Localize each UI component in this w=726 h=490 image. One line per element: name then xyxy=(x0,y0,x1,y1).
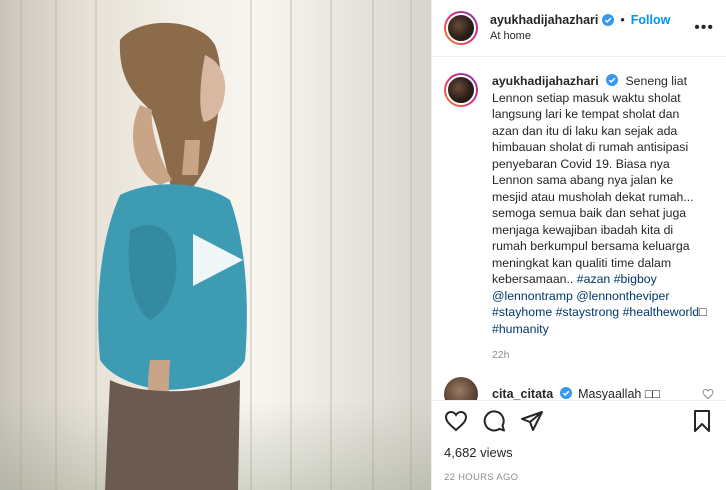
commenter-avatar[interactable] xyxy=(444,377,478,400)
hashtag-link[interactable]: #healtheworld xyxy=(623,305,700,319)
hashtag-link[interactable]: #stayhome xyxy=(492,305,552,319)
comment-icon[interactable] xyxy=(482,409,506,433)
verified-badge-icon xyxy=(602,14,615,26)
caption-avatar[interactable] xyxy=(444,73,478,107)
bookmark-icon[interactable] xyxy=(690,409,714,433)
author-avatar[interactable] xyxy=(444,11,478,45)
comments-panel[interactable]: ayukhadijahazhari Seneng liat Lennon set… xyxy=(432,57,726,400)
post-actions: 4,682 views 22 HOURS AGO xyxy=(432,400,726,490)
separator-dot: • xyxy=(620,13,625,27)
mention-link[interactable]: @lennontramp xyxy=(492,289,573,303)
hashtag-link[interactable]: #staystrong xyxy=(556,305,620,319)
caption-time[interactable]: 22h xyxy=(492,349,714,361)
post-header: ayukhadijahazhari • Follow At home ••• xyxy=(432,0,726,57)
share-icon[interactable] xyxy=(520,409,544,433)
comment-heart-icon[interactable] xyxy=(702,388,714,400)
heart-icon[interactable] xyxy=(444,409,468,433)
author-username[interactable]: ayukhadijahazhari xyxy=(490,12,598,28)
commenter-username[interactable]: cita_citata xyxy=(492,387,553,400)
post-location[interactable]: At home xyxy=(490,28,670,44)
comment-body: Masyaallah □□ xyxy=(578,387,660,400)
post-sidebar: ayukhadijahazhari • Follow At home ••• a… xyxy=(431,0,726,490)
hashtag-link[interactable]: #humanity xyxy=(492,322,549,336)
caption-body: Seneng liat Lennon setiap masuk waktu sh… xyxy=(492,74,694,286)
comment-text: cita_citata Masyaallah □□ xyxy=(492,387,660,400)
follow-button[interactable]: Follow xyxy=(631,12,671,28)
hashtag-link[interactable]: #azan xyxy=(577,272,611,286)
hashtag-link[interactable]: #bigboy xyxy=(614,272,657,286)
post-timestamp[interactable]: 22 HOURS AGO xyxy=(444,472,714,483)
caption: ayukhadijahazhari Seneng liat Lennon set… xyxy=(444,73,714,337)
play-icon xyxy=(193,234,243,286)
mention-link[interactable]: @lennontheviper xyxy=(576,289,669,303)
more-horizontal-icon[interactable]: ••• xyxy=(694,19,714,37)
caption-text: ayukhadijahazhari Seneng liat Lennon set… xyxy=(492,73,707,337)
caption-username[interactable]: ayukhadijahazhari xyxy=(492,74,599,88)
play-button[interactable] xyxy=(187,230,247,290)
verified-badge-icon xyxy=(559,387,572,399)
view-count[interactable]: 4,682 views xyxy=(444,445,714,460)
emoji-placeholder: □ xyxy=(699,305,707,319)
comment-item: cita_citata Masyaallah □□ xyxy=(444,377,714,400)
verified-badge-icon xyxy=(606,74,619,86)
post-video[interactable] xyxy=(0,0,431,490)
